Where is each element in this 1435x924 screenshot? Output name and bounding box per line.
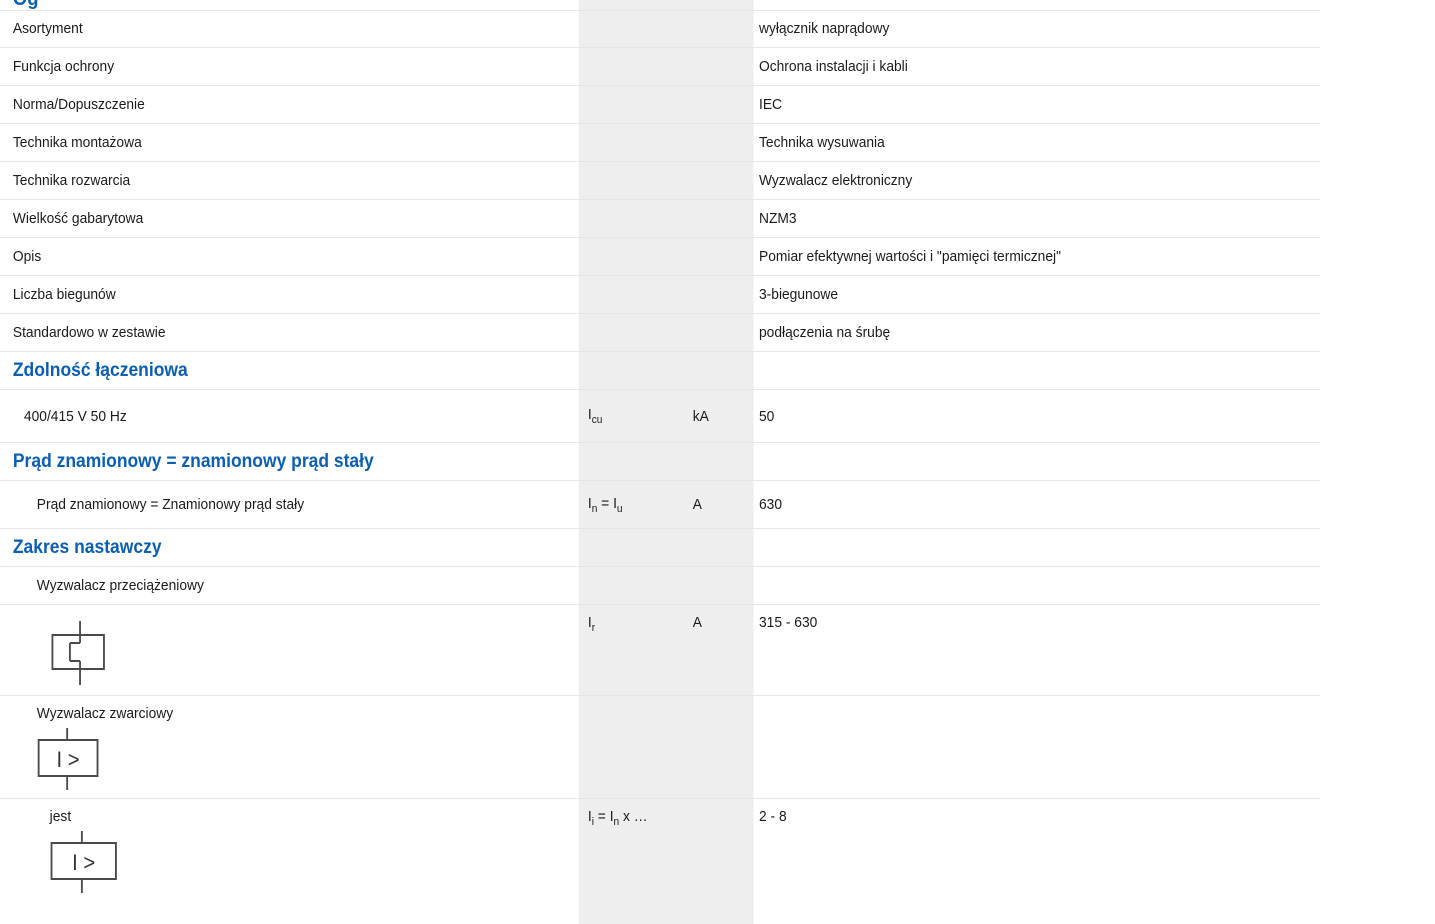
row-unit: A — [683, 480, 754, 529]
row-value: 50 — [753, 389, 1321, 443]
row-label: jest — [49, 808, 72, 825]
table-row: Funkcja ochrony Ochrona instalacji i kabl… — [0, 47, 1321, 86]
section-setting-range: Zakres nastawczy — [0, 528, 1321, 567]
table-row: Prąd znamionowy = Znamionowy prąd stały … — [0, 480, 1321, 529]
row-unit: A — [683, 604, 754, 696]
section-title: Zdolność łączeniowa — [0, 351, 579, 390]
row-value: podłączenia na śrubę — [753, 313, 1321, 352]
row-value: Wyzwalacz elektroniczny — [753, 161, 1321, 200]
table-row: jest I > Ii = In x … 2 - 8 — [0, 799, 1320, 914]
short-circuit-cell: Wyzwalacz zwarciowy I > — [0, 695, 579, 799]
row-value: 630 — [753, 480, 1321, 529]
table-row: Liczba biegunów 3-biegunowe — [0, 275, 1321, 314]
table-row: Wielkość gabarytowa NZM3 — [0, 199, 1321, 238]
row-label: Liczba biegunów — [0, 275, 579, 314]
row-value: 315 - 630 — [753, 604, 1321, 696]
row-unit: kA — [683, 389, 754, 443]
table-row: Ir A 315 - 630 — [0, 604, 1321, 696]
row-value: Technika wysuwania — [753, 123, 1321, 162]
row-label: Wyzwalacz zwarciowy — [36, 705, 174, 722]
table-row: Asortyment wyłącznik naprądowy — [0, 10, 1321, 48]
section-switching-capacity: Zdolność łączeniowa — [0, 351, 1321, 390]
spec-table: Asortyment wyłącznik naprądowy Funkcja och… — [0, 10, 1321, 914]
short-circuit-release-icon: I > — [37, 728, 99, 790]
table-row: Opis Pomiar efektywnej wartości i "pamięc… — [0, 237, 1321, 276]
row-label: Funkcja ochrony — [0, 47, 579, 86]
table-row: Standardowo w zestawie podłączenia na śru… — [0, 313, 1321, 352]
row-label: Wielkość gabarytowa — [0, 199, 579, 238]
section-title: Zakres nastawczy — [0, 528, 579, 567]
row-value: wyłącznik naprądowy — [753, 10, 1321, 48]
row-value: IEC — [753, 85, 1321, 124]
table-row: Wyzwalacz zwarciowy I > — [0, 695, 1321, 799]
row-symbol: In = Iu — [578, 480, 684, 529]
row-value: Ochrona instalacji i kabli — [753, 47, 1321, 86]
table-row: Wyzwalacz przeciążeniowy — [0, 566, 1321, 605]
row-symbol: Ii = In x … — [587, 808, 648, 828]
row-label: Asortyment — [0, 10, 579, 48]
section-rated-current: Prąd znamionowy = znamionowy prąd stały — [0, 442, 1321, 481]
row-value: Pomiar efektywnej wartości i "pamięci te… — [753, 237, 1321, 276]
svg-text:I >: I > — [72, 851, 95, 875]
row-label: 400/415 V 50 Hz — [0, 389, 579, 443]
row-value: NZM3 — [753, 199, 1321, 238]
row-label: Standardowo w zestawie — [0, 313, 579, 352]
section-title: Prąd znamionowy = znamionowy prąd stały — [0, 442, 579, 481]
row-label: Technika rozwarcia — [0, 161, 579, 200]
row-label: Opis — [0, 237, 579, 276]
table-row: Technika montażowa Technika wysuwania — [0, 123, 1321, 162]
table-row: Technika rozwarcia Wyzwalacz elektroniczn… — [0, 161, 1321, 200]
svg-text:I >: I > — [57, 748, 80, 772]
row-label: Wyzwalacz przeciążeniowy — [0, 566, 579, 605]
row-value: 3-biegunowe — [753, 275, 1321, 314]
overload-release-icon — [51, 621, 105, 685]
table-row: 400/415 V 50 Hz Icu kA 50 — [0, 389, 1321, 443]
instantaneous-release-icon: I > — [50, 831, 117, 893]
row-label: Technika montażowa — [0, 123, 579, 162]
instant-cell: jest I > — [0, 799, 579, 914]
row-label: Norma/Dopuszczenie — [0, 85, 579, 124]
row-symbol: Icu — [578, 389, 684, 443]
overload-symbol-cell — [0, 604, 579, 696]
table-row: Norma/Dopuszczenie IEC — [0, 85, 1321, 124]
row-symbol: Ir — [578, 604, 684, 696]
row-label: Prąd znamionowy = Znamionowy prąd stały — [0, 480, 579, 529]
row-value: 2 - 8 — [759, 808, 787, 825]
